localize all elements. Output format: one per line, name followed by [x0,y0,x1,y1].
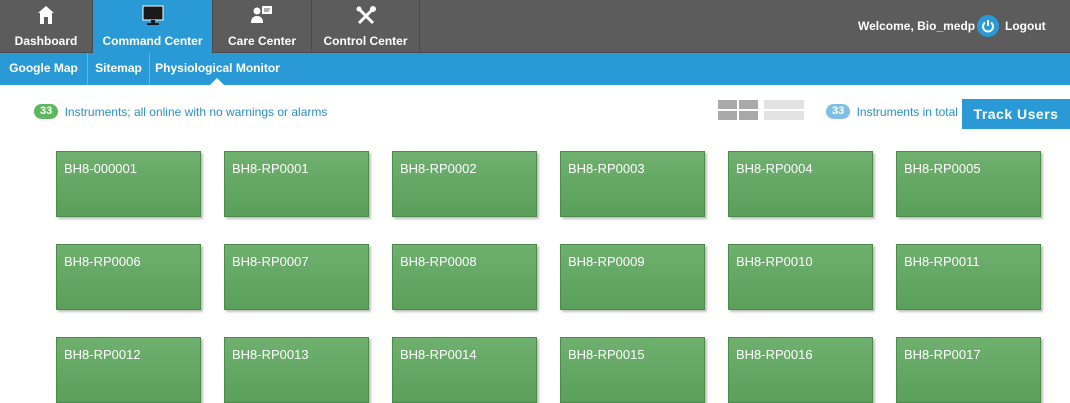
top-nav-bar: Dashboard Command Center Care Center Con… [0,0,1070,53]
instrument-tile[interactable]: BH8-RP0015 [560,337,705,403]
active-subnav-indicator [210,78,224,85]
care-icon [213,5,311,29]
instrument-name: BH8-RP0002 [400,161,477,176]
home-icon [0,5,92,29]
instrument-name: BH8-RP0003 [568,161,645,176]
subnav-sitemap[interactable]: Sitemap [88,53,150,85]
tab-control-center[interactable]: Control Center [312,0,420,53]
instrument-tile[interactable]: BH8-RP0012 [56,337,201,403]
tab-command-center-label: Command Center [102,34,203,48]
tab-care-center[interactable]: Care Center [213,0,312,53]
instrument-tile[interactable]: BH8-RP0014 [392,337,537,403]
instrument-name: BH8-RP0014 [400,347,477,362]
instrument-tile[interactable]: BH8-RP0004 [728,151,873,217]
grid-view-icon[interactable] [718,100,758,120]
welcome-message: Welcome, Bio_medp [858,19,976,33]
instrument-name: BH8-RP0005 [904,161,981,176]
instrument-name: BH8-RP0016 [736,347,813,362]
total-count-badge: 33 [826,104,851,120]
instrument-tile[interactable]: BH8-RP0008 [392,244,537,310]
instrument-tile[interactable]: BH8-RP0005 [896,151,1041,217]
instrument-name: BH8-RP0012 [64,347,141,362]
instrument-name: BH8-RP0001 [232,161,309,176]
instrument-tile[interactable]: BH8-RP0003 [560,151,705,217]
instrument-name: BH8-RP0011 [904,254,980,269]
list-view-icon[interactable] [764,100,804,120]
instrument-name: BH8-RP0004 [736,161,813,176]
instrument-tile[interactable]: BH8-RP0007 [224,244,369,310]
tools-icon [312,5,419,29]
instrument-name: BH8-RP0017 [904,347,981,362]
instrument-total: 33 Instruments in total [826,104,958,120]
power-icon [977,15,999,37]
instrument-name: BH8-000001 [64,161,137,176]
total-label: Instruments in total [856,104,958,119]
tab-care-center-label: Care Center [227,34,297,48]
track-users-button[interactable]: Track Users [962,99,1070,129]
tab-command-center[interactable]: Command Center [93,0,213,53]
instrument-status: 33 Instruments; all online with no warni… [34,104,327,120]
instrument-tile[interactable]: BH8-000001 [56,151,201,217]
instrument-tile[interactable]: BH8-RP0001 [224,151,369,217]
online-count-badge: 33 [34,104,59,120]
tab-control-center-label: Control Center [323,34,408,48]
instrument-tile[interactable]: BH8-RP0016 [728,337,873,403]
instrument-name: BH8-RP0013 [232,347,309,362]
instrument-name: BH8-RP0009 [568,254,645,269]
instrument-name: BH8-RP0007 [232,254,309,269]
instrument-tile[interactable]: BH8-RP0002 [392,151,537,217]
instrument-tile[interactable]: BH8-RP0010 [728,244,873,310]
sub-nav-bar: Google Map Sitemap Physiological Monitor [0,53,1070,85]
instrument-tile[interactable]: BH8-RP0011 [896,244,1041,310]
tab-dashboard[interactable]: Dashboard [0,0,93,53]
tab-dashboard-label: Dashboard [14,34,78,48]
instrument-tile[interactable]: BH8-RP0017 [896,337,1041,403]
monitor-icon [93,5,212,29]
instrument-name: BH8-RP0006 [64,254,141,269]
status-message: Instruments; all online with no warnings… [64,104,328,119]
instrument-name: BH8-RP0015 [568,347,645,362]
logout-label: Logout [1005,19,1046,33]
instrument-tile[interactable]: BH8-RP0006 [56,244,201,310]
instrument-name: BH8-RP0008 [400,254,477,269]
instrument-tile[interactable]: BH8-RP0009 [560,244,705,310]
instrument-tile[interactable]: BH8-RP0013 [224,337,369,403]
instrument-name: BH8-RP0010 [736,254,813,269]
subnav-google-map[interactable]: Google Map [0,53,88,85]
